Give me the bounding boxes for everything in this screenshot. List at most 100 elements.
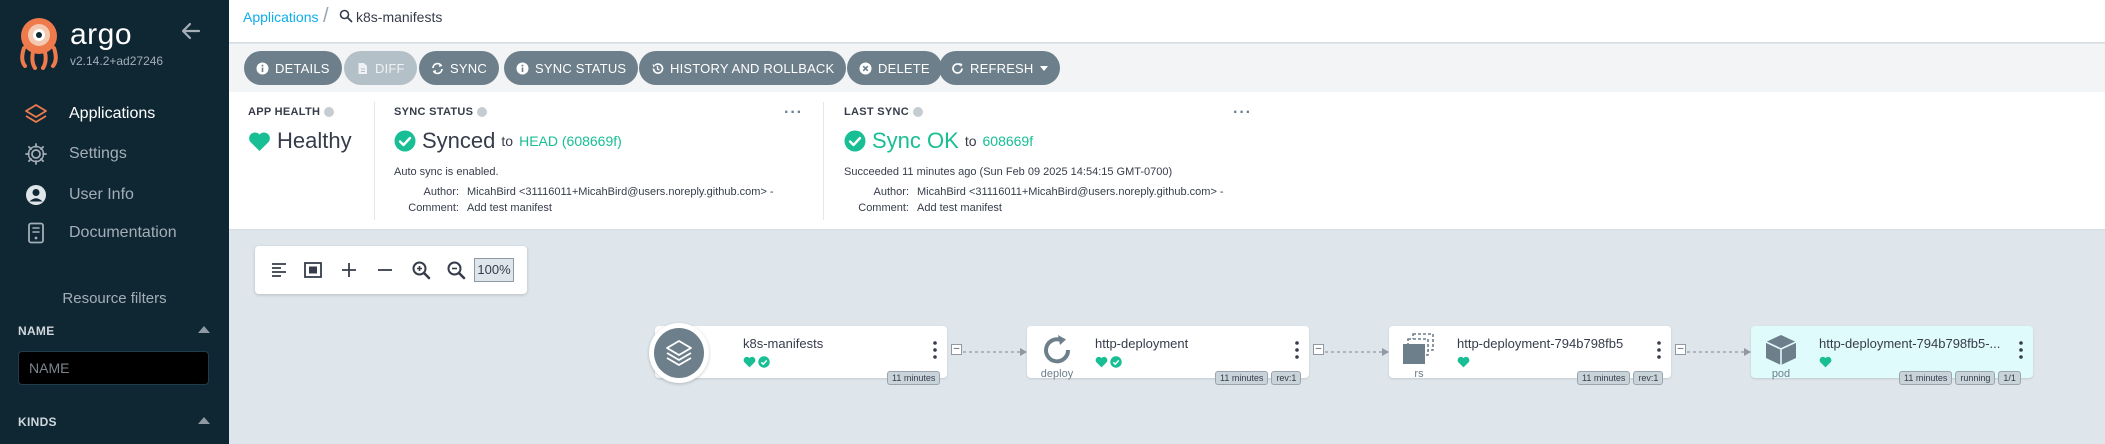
heart-icon <box>1819 356 1832 368</box>
author-label: Author: <box>423 186 459 198</box>
node-health <box>1095 356 1122 368</box>
author-value: MicahBird <31116011+MicahBird@users.nore… <box>917 186 1224 198</box>
breadcrumb-current[interactable]: k8s-manifests <box>356 9 442 25</box>
node-kind: rs <box>1414 368 1424 380</box>
revision-badge: rev:1 <box>1633 371 1664 385</box>
sidebar-item-settings[interactable]: Settings <box>0 136 229 172</box>
sync-status-title-text: SYNC STATUS <box>394 106 474 118</box>
collapse-sidebar-icon[interactable] <box>180 20 202 42</box>
file-icon <box>358 62 367 74</box>
sync-to-label: to <box>501 133 514 149</box>
check-circle-icon <box>844 130 866 152</box>
argo-logo-icon <box>20 18 58 70</box>
resource-graph-canvas[interactable]: 100% k8s-manifests – 11 minutes deploy h… <box>229 230 2105 444</box>
sync-comment-row: Comment: Add test manifest <box>394 202 552 214</box>
sync-author-row: Author: MicahBird <31116011+MicahBird@use… <box>394 186 774 198</box>
action-bar: DETAILS DIFF SYNC SYNC STATUS HISTORY AN… <box>229 44 2105 92</box>
node-menu-icon[interactable] <box>1295 340 1299 360</box>
last-sync-title: LAST SYNC <box>844 106 924 118</box>
layers-icon <box>666 340 692 366</box>
breadcrumb-applications-link[interactable]: Applications <box>243 9 319 25</box>
node-menu-icon[interactable] <box>2019 340 2023 360</box>
search-icon <box>339 9 353 23</box>
last-sync-value: Sync OK <box>872 128 959 153</box>
details-button[interactable]: DETAILS <box>244 51 342 85</box>
sidebar-item-applications[interactable]: Applications <box>0 96 229 132</box>
node-health <box>1457 356 1470 368</box>
containers-badge: 1/1 <box>1998 371 2021 385</box>
last-sync-title-text: LAST SYNC <box>844 106 910 118</box>
sync-status-title: SYNC STATUS <box>394 106 488 118</box>
refresh-button[interactable]: REFRESH <box>939 51 1060 85</box>
age-badge: 11 minutes <box>1215 371 1269 385</box>
node-badges: 11 minutes running 1/1 <box>1899 371 2021 385</box>
auto-sync-text: Auto sync is enabled. <box>394 166 499 178</box>
refresh-icon <box>952 62 963 74</box>
name-filter-header[interactable]: NAME <box>18 324 210 338</box>
node-collapse-toggle[interactable]: – <box>1675 344 1686 355</box>
refresh-label: REFRESH <box>970 60 1034 76</box>
last-sync-author-row: Author: MicahBird <31116011+MicahBird@use… <box>844 186 1224 198</box>
last-sync-more-icon[interactable]: ··· <box>1233 104 1252 122</box>
sync-revision-link[interactable]: HEAD (608669f) <box>519 133 622 149</box>
details-label: DETAILS <box>275 60 330 76</box>
application-icon <box>649 323 709 383</box>
resource-filters-title: Resource filters <box>62 290 167 307</box>
history-rollback-label: HISTORY AND ROLLBACK <box>670 60 835 76</box>
sync-button[interactable]: SYNC <box>419 51 499 85</box>
pod-icon <box>1759 332 1803 372</box>
name-filter-input[interactable] <box>18 351 209 385</box>
brand-name: argo <box>70 18 133 51</box>
app-health-title-text: APP HEALTH <box>248 106 321 118</box>
node-badges: 11 minutes rev:1 <box>1577 371 1664 385</box>
name-filter-label: NAME <box>18 324 55 338</box>
node-name: http-deployment-794b798fb5-... <box>1819 336 2001 351</box>
sidebar-item-user-info[interactable]: User Info <box>0 177 229 213</box>
version-label: v2.14.2+ad27246 <box>70 54 164 68</box>
node-collapse-toggle[interactable]: – <box>1313 344 1324 355</box>
sync-status-more-icon[interactable]: ··· <box>784 104 803 122</box>
help-icon[interactable] <box>913 107 924 117</box>
check-circle-icon <box>1110 356 1122 368</box>
sync-status-button[interactable]: SYNC STATUS <box>504 51 639 85</box>
sidebar-item-label: Documentation <box>69 224 177 241</box>
node-health <box>743 356 770 368</box>
node-collapse-toggle[interactable]: – <box>951 344 962 355</box>
heart-icon <box>743 356 756 368</box>
last-sync-comment-row: Comment: Add test manifest <box>844 202 1002 214</box>
node-kind: deploy <box>1040 368 1074 380</box>
node-menu-icon[interactable] <box>1657 340 1661 360</box>
history-rollback-button[interactable]: HISTORY AND ROLLBACK <box>639 51 847 85</box>
sidebar-item-documentation[interactable]: Documentation <box>0 215 229 251</box>
node-name: k8s-manifests <box>743 336 824 351</box>
check-circle-icon <box>394 130 416 152</box>
replicaset-icon <box>1397 332 1441 372</box>
help-icon[interactable] <box>324 107 335 117</box>
status-badge: running <box>1955 371 1996 385</box>
status-panel: APP HEALTH Healthy SYNC STATUS ··· Synce… <box>229 92 2105 230</box>
kinds-filter-label: KINDS <box>18 415 57 429</box>
node-kind: pod <box>1771 368 1791 380</box>
sync-status-label: SYNC STATUS <box>535 60 627 76</box>
app-health-title: APP HEALTH <box>248 106 335 118</box>
age-badge: 11 minutes <box>887 371 941 385</box>
kinds-filter-header[interactable]: KINDS <box>18 415 210 429</box>
diff-label: DIFF <box>375 60 405 76</box>
comment-label: Comment: <box>408 202 459 214</box>
chevron-down-icon <box>1039 65 1048 71</box>
revision-badge: rev:1 <box>1271 371 1302 385</box>
node-menu-icon[interactable] <box>933 340 937 360</box>
gear-icon <box>25 143 47 165</box>
diff-button[interactable]: DIFF <box>344 51 417 85</box>
deploy-icon <box>1035 332 1079 372</box>
collapse-caret-icon[interactable] <box>198 417 210 424</box>
divider <box>374 102 375 220</box>
heart-icon <box>1457 356 1470 368</box>
node-health <box>1819 356 1832 368</box>
heart-icon <box>249 131 270 151</box>
help-icon[interactable] <box>477 107 488 117</box>
last-sync-revision-link[interactable]: 608669f <box>983 133 1034 149</box>
author-value: MicahBird <31116011+MicahBird@users.nore… <box>467 186 774 198</box>
collapse-caret-icon[interactable] <box>198 326 210 333</box>
delete-button[interactable]: DELETE <box>847 51 942 85</box>
